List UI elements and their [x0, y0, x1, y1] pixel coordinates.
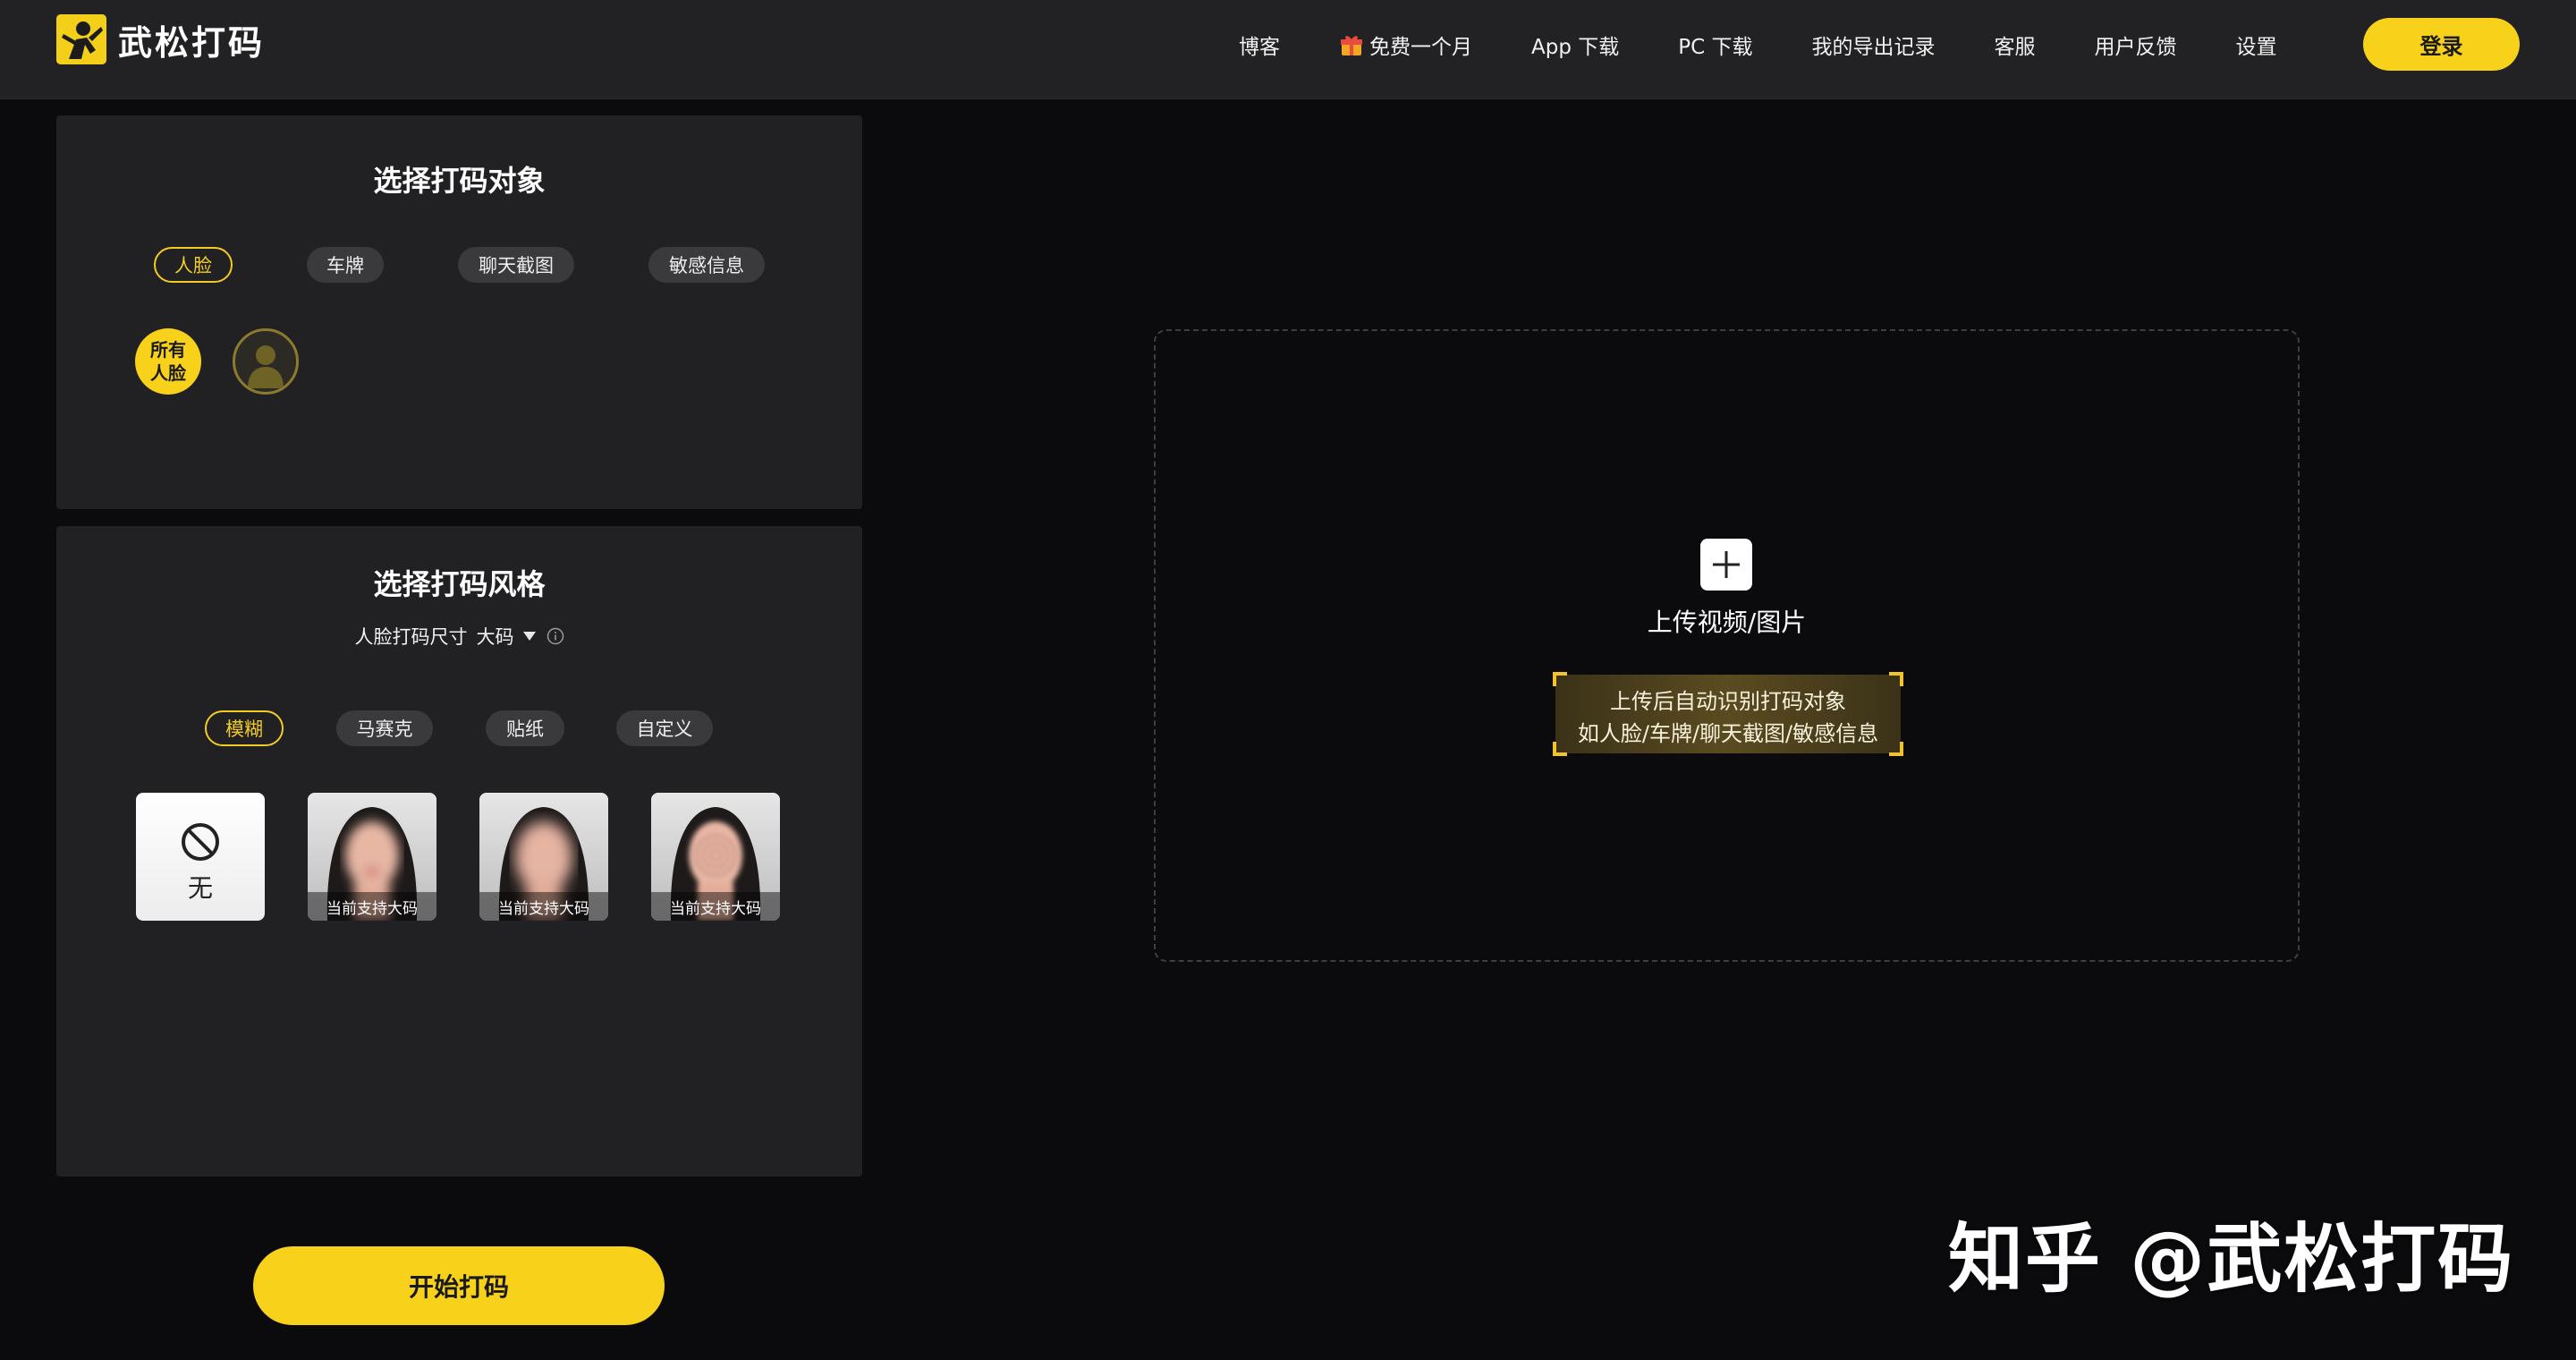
hint-line-1: 上传后自动识别打码对象: [1610, 689, 1846, 714]
nav-label: 用户反馈: [2094, 36, 2177, 59]
target-selection-panel: 选择打码对象 人脸 车牌 聊天截图 敏感信息 所有 人脸: [56, 115, 862, 509]
tab-sticker[interactable]: 贴纸: [486, 710, 564, 746]
tab-custom[interactable]: 自定义: [616, 710, 713, 746]
face-size-selector[interactable]: 人脸打码尺寸 大码: [56, 623, 862, 650]
top-nav-bar: 武松打码 博客 免费一个月 App 下载 PC 下载 我的导出记录 客服 用户反…: [0, 0, 2576, 99]
login-button[interactable]: 登录: [2363, 18, 2520, 71]
card-caption: 当前支持大码: [479, 892, 608, 921]
nav-blog[interactable]: 博客: [1239, 30, 1280, 60]
prohibited-icon: [182, 823, 219, 861]
upload-label: 上传视频/图片: [1647, 608, 1807, 637]
nav-settings[interactable]: 设置: [2236, 30, 2277, 60]
panel-title: 选择打码对象: [373, 164, 546, 198]
nav-free-month[interactable]: 免费一个月: [1339, 30, 1472, 60]
nav-export-history[interactable]: 我的导出记录: [1812, 30, 1936, 60]
hint-line-2: 如人脸/车牌/聊天截图/敏感信息: [1577, 721, 1879, 746]
gift-icon: [1341, 36, 1362, 55]
tab-blur[interactable]: 模糊: [205, 710, 284, 746]
nav-label: 免费一个月: [1369, 36, 1472, 59]
upload-plus-button[interactable]: [1700, 539, 1752, 591]
all-faces-line1: 所有: [150, 339, 186, 361]
style-none-label: 无: [187, 873, 213, 903]
caret-down-icon: [522, 632, 536, 641]
plus-icon: [1713, 551, 1740, 578]
size-label: 人脸打码尺寸: [354, 626, 468, 648]
info-icon[interactable]: [547, 627, 564, 645]
card-caption: 当前支持大码: [308, 892, 436, 921]
upload-dropzone[interactable]: 上传视频/图片 上传后自动识别打码对象 如人脸/车牌/聊天截图/敏感信息: [1154, 329, 2300, 962]
tab-chat-screenshot[interactable]: 聊天截图: [458, 247, 574, 283]
style-selection-panel: 选择打码风格 人脸打码尺寸 大码 模糊 马赛克 贴纸 自定义 无 当前支持大码 …: [56, 526, 862, 1177]
watermark-text: 知乎 @武松打码: [1948, 1215, 2515, 1303]
nav-app-download[interactable]: App 下载: [1531, 30, 1619, 60]
start-masking-button[interactable]: 开始打码: [253, 1246, 665, 1325]
tab-license-plate[interactable]: 车牌: [307, 247, 384, 283]
tab-face[interactable]: 人脸: [154, 247, 233, 283]
style-mosaic-card[interactable]: 当前支持大码: [479, 793, 608, 921]
style-blur-card[interactable]: 当前支持大码: [308, 793, 436, 921]
tab-sensitive-info[interactable]: 敏感信息: [648, 247, 765, 283]
detected-face-avatar[interactable]: [233, 328, 299, 395]
nav-customer-service[interactable]: 客服: [1995, 30, 2036, 60]
logo-mark-icon: [56, 14, 106, 64]
size-value: 大码: [476, 626, 514, 648]
nav-menu: 博客 免费一个月 App 下载 PC 下载 我的导出记录 客服 用户反馈 设置: [1239, 27, 2277, 63]
panel-title: 选择打码风格: [373, 567, 546, 601]
style-none-card[interactable]: 无: [136, 793, 265, 921]
all-faces-button[interactable]: 所有 人脸: [135, 328, 201, 395]
nav-label: App 下载: [1531, 36, 1620, 59]
brand-name: 武松打码: [118, 21, 266, 63]
upload-hint-box: 上传后自动识别打码对象 如人脸/车牌/聊天截图/敏感信息: [1553, 672, 1903, 756]
nav-label: 设置: [2235, 36, 2277, 59]
card-caption: 当前支持大码: [651, 892, 780, 921]
tab-mosaic[interactable]: 马赛克: [336, 710, 433, 746]
all-faces-line2: 人脸: [150, 362, 186, 384]
style-sticker-card[interactable]: 当前支持大码: [651, 793, 780, 921]
person-silhouette-icon: [248, 345, 284, 388]
nav-pc-download[interactable]: PC 下载: [1678, 30, 1752, 60]
nav-label: PC 下载: [1678, 36, 1753, 59]
brand-logo[interactable]: 武松打码: [56, 13, 265, 65]
nav-label: 我的导出记录: [1811, 36, 1936, 59]
nav-label: 博客: [1239, 36, 1280, 59]
nav-label: 客服: [1994, 36, 2036, 59]
nav-feedback[interactable]: 用户反馈: [2095, 30, 2177, 60]
